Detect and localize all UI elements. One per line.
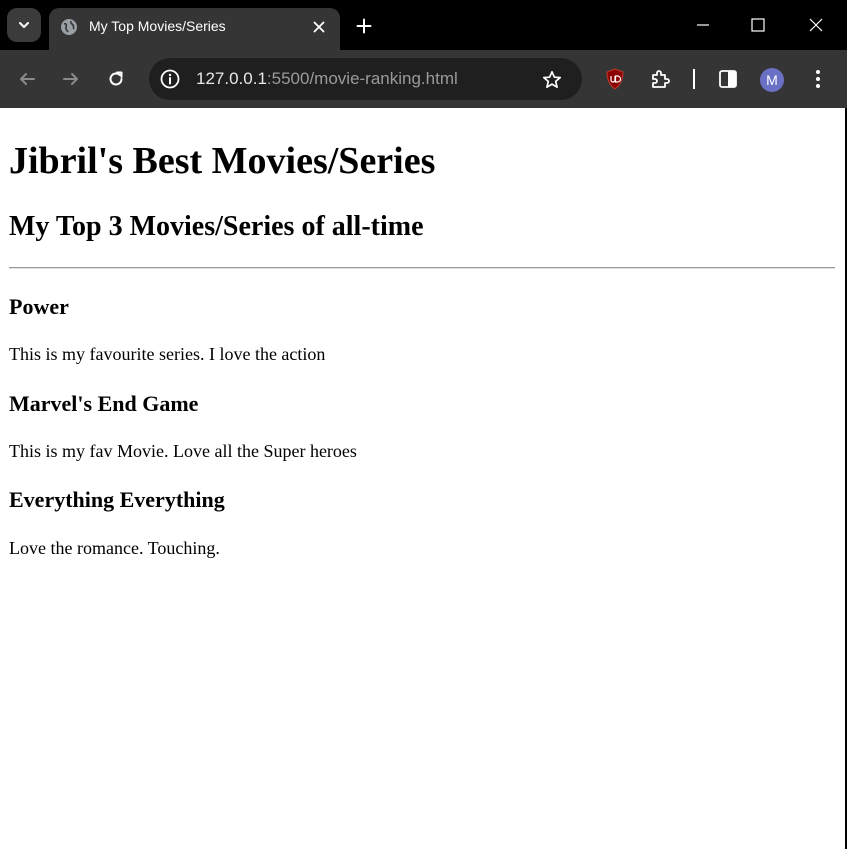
profile-avatar[interactable]: M xyxy=(760,68,784,92)
address-bar[interactable]: 127.0.0.1:5500/movie-ranking.html xyxy=(149,58,582,100)
close-window-button[interactable] xyxy=(801,10,831,40)
chevron-down-icon xyxy=(19,22,29,28)
arrow-left-icon xyxy=(20,73,35,85)
entry-description-power: This is my favourite series. I love the … xyxy=(9,344,326,364)
more-vertical-icon xyxy=(816,70,820,88)
maximize-icon xyxy=(751,18,765,32)
entry-description-end-game: This is my fav Movie. Love all the Super… xyxy=(9,441,357,461)
maximize-button[interactable] xyxy=(743,10,773,40)
entry-title-end-game: Marvel's End Game xyxy=(9,391,199,416)
minimize-button[interactable] xyxy=(688,10,718,40)
close-icon xyxy=(809,18,823,32)
page-subtitle: My Top 3 Movies/Series of all-time xyxy=(9,211,424,242)
url-path: :5500/movie-ranking.html xyxy=(266,69,458,88)
close-tab-icon[interactable] xyxy=(309,17,329,37)
arrow-right-icon xyxy=(63,73,78,85)
ublock-shield-icon xyxy=(606,68,624,90)
new-tab-button[interactable] xyxy=(352,14,376,38)
browser-toolbar: 127.0.0.1:5500/movie-ranking.html M xyxy=(0,50,847,108)
side-panel-icon xyxy=(719,70,737,88)
page-title: Jibril's Best Movies/Series xyxy=(9,140,436,182)
url-text[interactable]: 127.0.0.1:5500/movie-ranking.html xyxy=(196,69,458,89)
bookmark-star-icon[interactable] xyxy=(540,68,564,92)
browser-menu-button[interactable] xyxy=(804,65,832,93)
plus-icon xyxy=(356,18,372,34)
tab-active[interactable]: My Top Movies/Series xyxy=(49,8,340,50)
tab-title: My Top Movies/Series xyxy=(89,18,226,34)
tab-strip: My Top Movies/Series xyxy=(0,0,847,50)
info-icon[interactable] xyxy=(159,68,181,90)
extensions-button[interactable] xyxy=(647,65,675,93)
entry-description-everything-everything: Love the romance. Touching. xyxy=(9,538,220,558)
entry-title-power: Power xyxy=(9,294,69,319)
forward-button[interactable] xyxy=(57,65,85,93)
url-host: 127.0.0.1 xyxy=(196,69,267,88)
horizontal-rule xyxy=(9,267,835,269)
toolbar-divider xyxy=(693,69,695,89)
browser-window: My Top Movies/Series 127.0.0.1:5500/movi… xyxy=(0,0,847,849)
reload-icon xyxy=(109,71,123,86)
minimize-icon xyxy=(697,24,709,26)
ublock-extension-button[interactable] xyxy=(601,65,629,93)
globe-icon xyxy=(60,18,78,36)
reload-button[interactable] xyxy=(102,65,130,93)
side-panel-button[interactable] xyxy=(714,65,742,93)
tab-search-button[interactable] xyxy=(7,8,41,42)
entry-title-everything-everything: Everything Everything xyxy=(9,487,225,512)
back-button[interactable] xyxy=(13,65,41,93)
puzzle-icon xyxy=(652,70,670,88)
page-viewport: Jibril's Best Movies/Series My Top 3 Mov… xyxy=(0,108,845,849)
